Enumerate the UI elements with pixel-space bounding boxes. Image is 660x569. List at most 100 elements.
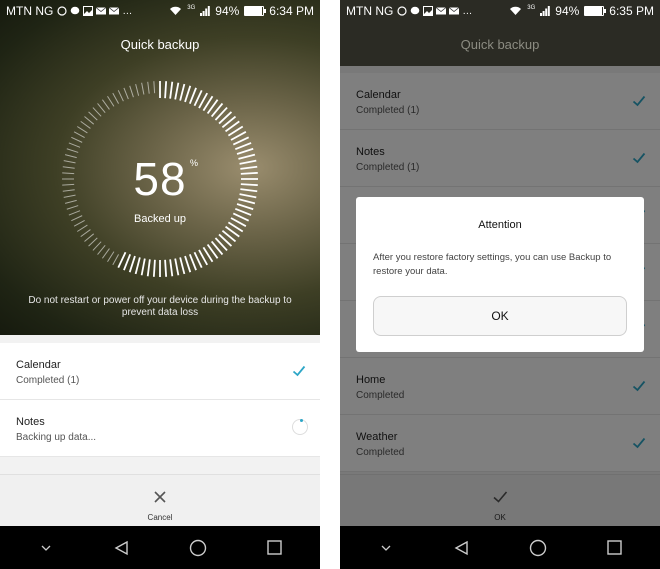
mail-icon-2	[449, 7, 460, 15]
progress-tick-done	[140, 258, 146, 276]
mail-icon-2	[109, 7, 120, 15]
item-status: Backing up data...	[16, 432, 97, 443]
clock: 6:34 PM	[269, 4, 314, 18]
progress-tick-done	[174, 258, 180, 276]
home-circle-icon	[189, 539, 207, 556]
close-icon	[154, 491, 166, 503]
page-title: Quick backup	[460, 37, 540, 52]
signal-icon	[200, 6, 211, 16]
check-icon	[292, 365, 306, 377]
battery-icon	[244, 6, 267, 16]
network-type: 3G	[187, 4, 196, 11]
carrier-name: MTN NG	[346, 4, 394, 18]
progress-tick-done	[128, 255, 136, 273]
progress-tick-pending	[107, 251, 115, 263]
hide-nav-button[interactable]	[376, 538, 396, 558]
status-bar: MTN NG … 3G 94% 6:34 PM	[0, 0, 320, 22]
progress-tick-pending	[71, 136, 83, 143]
progress-tick-done	[184, 255, 192, 273]
recents-square-icon	[266, 540, 282, 555]
item-title: Calendar	[16, 359, 61, 371]
system-navigation-bar	[340, 526, 660, 569]
progress-tick-done	[188, 87, 197, 105]
progress-tick-pending	[107, 95, 115, 107]
progress-tick-done	[117, 251, 127, 269]
mail-icon	[436, 7, 447, 15]
progress-tick-pending	[129, 85, 134, 98]
cancel-label: Cancel	[147, 513, 173, 522]
back-triangle-icon	[454, 540, 468, 555]
progress-tick-done	[164, 81, 168, 99]
cancel-button[interactable]: Cancel	[0, 474, 320, 526]
gallery-icon	[83, 6, 94, 16]
progress-tick-pending	[135, 83, 140, 96]
list-item-calendar[interactable]: Calendar Completed (1)	[0, 343, 320, 400]
whatsapp-icon	[57, 6, 67, 16]
more-notifications-icon: …	[122, 5, 133, 17]
recents-button[interactable]	[604, 538, 624, 558]
progress-tick-done	[179, 83, 186, 101]
progress-tick-pending	[66, 205, 79, 210]
list-item-notes[interactable]: Notes Backing up data...	[0, 400, 320, 457]
progress-tick-done	[179, 257, 186, 275]
progress-tick-done	[134, 257, 141, 275]
recents-button[interactable]	[264, 538, 284, 558]
messenger-icon	[71, 6, 80, 15]
home-circle-icon	[529, 539, 547, 556]
backup-item-list: Calendar Completed (1) Notes Backing up …	[0, 343, 320, 457]
backup-complete-screen: Quick backup MTN NG … 3G 94% 6:35 PM Cal…	[340, 0, 660, 569]
system-navigation-bar	[0, 526, 320, 569]
dialog-message: After you restore factory settings, you …	[373, 252, 612, 277]
progress-tick-done	[164, 259, 168, 277]
progress-tick-pending	[76, 126, 88, 134]
progress-tick-pending	[80, 229, 91, 238]
back-button[interactable]	[112, 538, 132, 558]
progress-tick-done	[169, 259, 174, 277]
progress-tick-done	[234, 142, 252, 151]
more-notifications-icon: …	[462, 5, 473, 17]
progress-tick-pending	[84, 233, 95, 242]
carrier-name: MTN NG	[6, 4, 54, 18]
hide-nav-button[interactable]	[36, 538, 56, 558]
battery-icon	[584, 6, 607, 16]
progress-tick-pending	[73, 131, 85, 139]
dialog-ok-button[interactable]: OK	[373, 296, 627, 336]
progress-tick-pending	[101, 248, 110, 259]
progress-tick-pending	[97, 103, 106, 114]
back-button[interactable]	[452, 538, 472, 558]
clock: 6:35 PM	[609, 4, 654, 18]
notification-icons: …	[57, 6, 132, 17]
gallery-icon	[423, 6, 434, 16]
battery-percent: 94%	[215, 4, 240, 18]
chevron-down-icon	[381, 545, 391, 551]
progress-tick-pending	[92, 107, 102, 117]
mail-icon	[96, 7, 107, 15]
loading-spinner-icon	[292, 419, 308, 435]
progress-tick-done	[123, 253, 132, 271]
home-button[interactable]	[188, 538, 208, 558]
backup-progress-header: Quick backup 58 % Backed up Do not resta…	[0, 0, 320, 335]
progress-tick-pending	[117, 90, 124, 102]
progress-tick-pending	[123, 87, 129, 100]
dialog-title: Attention	[478, 219, 522, 231]
home-button[interactable]	[528, 538, 548, 558]
progress-tick-done	[152, 259, 156, 277]
progress-tick-pending	[141, 82, 145, 95]
page-title: Quick backup	[120, 37, 200, 52]
progress-tick-done	[188, 253, 197, 271]
progress-tick-done	[169, 81, 174, 99]
progress-tick-pending	[84, 116, 95, 125]
backup-progress-screen: Quick backup 58 % Backed up Do not resta…	[0, 0, 320, 569]
wifi-icon	[510, 6, 522, 15]
progress-tick-pending	[68, 142, 81, 148]
network-type: 3G	[527, 4, 536, 11]
progress-tick-done	[174, 82, 180, 100]
recents-square-icon	[606, 540, 622, 555]
status-bar: MTN NG … 3G 94% 6:35 PM	[340, 0, 660, 22]
backup-warning: Do not restart or power off your device …	[28, 295, 292, 318]
progress-tick-done	[146, 259, 151, 277]
attention-dialog: Attention After you restore factory sett…	[356, 197, 644, 352]
progress-label: Backed up	[134, 213, 186, 225]
messenger-icon	[411, 6, 420, 15]
signal-icon	[540, 6, 551, 16]
